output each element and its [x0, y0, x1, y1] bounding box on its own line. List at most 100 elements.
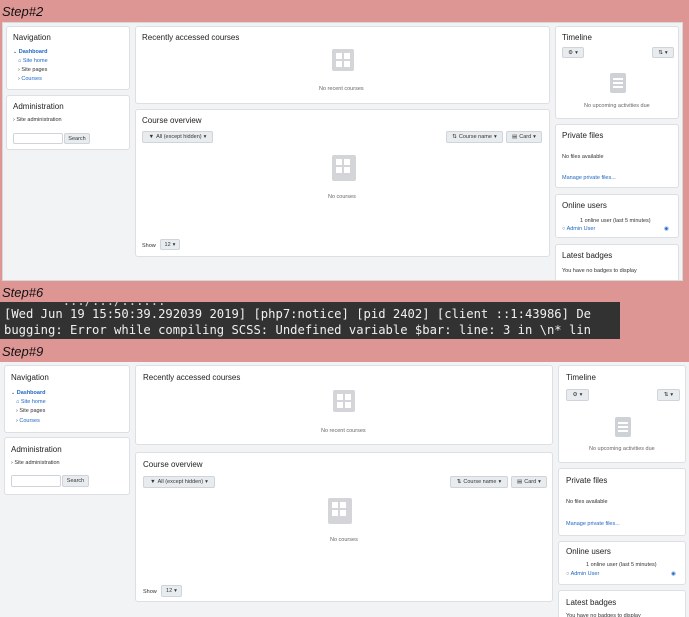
manage-private-files-link[interactable]: Manage private files... [562, 175, 616, 181]
navigation-block: Navigation ⌄ Dashboard ⌂ Site home › Sit… [4, 365, 130, 433]
administration-block: Administration › Site administration Sea… [4, 437, 130, 495]
navigation-title: Navigation [11, 373, 49, 382]
no-upcoming-text: No upcoming activities due [589, 446, 655, 452]
sort-label: Course name [463, 479, 497, 485]
filter-icon: ▼ [150, 479, 156, 485]
filter-dropdown[interactable]: ▼ All (except hidden) ▾ [142, 131, 213, 143]
navigation-title: Navigation [13, 33, 51, 42]
course-overview-block: Course overview ▼ All (except hidden) ▾ ⇅ C… [135, 452, 553, 602]
recent-courses-title: Recently accessed courses [143, 373, 241, 382]
online-user-admin[interactable]: ○ Admin User [566, 571, 599, 577]
timeline-title: Timeline [562, 33, 592, 42]
nav-item-site-home[interactable]: ⌂ Site home [16, 399, 46, 405]
no-recent-courses-text: No recent courses [321, 428, 366, 434]
filter-label: All (except hidden) [156, 134, 202, 140]
eye-icon[interactable]: ◉ [671, 571, 676, 577]
online-users-block: Online users 1 online user (last 5 minut… [558, 541, 686, 585]
recent-courses-block: Recently accessed courses No recent cour… [135, 365, 553, 445]
show-per-page-dropdown[interactable]: 12 ▾ [160, 239, 180, 250]
course-overview-title: Course overview [143, 460, 203, 469]
timeline-sort-dropdown[interactable]: ⇅ ▾ [657, 389, 680, 401]
admin-search-input[interactable] [11, 475, 61, 487]
course-overview-title: Course overview [142, 116, 202, 125]
timeline-filter-dropdown[interactable]: ⚙ ▾ [562, 47, 584, 58]
course-icon [328, 498, 352, 524]
home-icon: ⌂ [16, 399, 20, 405]
filter-icon: ▼ [148, 134, 155, 140]
terminal-log: .../.../...... [Wed Jun 19 15:50:39.2920… [0, 302, 620, 339]
no-recent-courses-text: No recent courses [319, 86, 364, 92]
no-badges-text: You have no badges to display [566, 613, 641, 617]
timeline-filter-dropdown[interactable]: ⚙ ▾ [566, 389, 589, 401]
online-users-title: Online users [562, 201, 607, 210]
chevron-right-icon: › [18, 67, 20, 73]
online-users-summary: 1 online user (last 5 minutes) [586, 562, 657, 568]
show-per-page-dropdown[interactable]: 12 ▾ [161, 585, 182, 597]
no-files-text: No files available [562, 154, 604, 160]
sort-dropdown[interactable]: ⇅ Course name ▾ [450, 476, 508, 488]
chevron-down-icon: ▾ [498, 479, 502, 485]
timeline-block: Timeline ⚙ ▾ ⇅ ▾ No upcoming activities du… [558, 365, 686, 463]
manage-private-files-link[interactable]: Manage private files... [566, 521, 620, 527]
course-icon [332, 155, 356, 181]
step-label-2: Step#2 [2, 4, 44, 19]
chevron-down-icon: ▾ [203, 134, 207, 140]
nav-item-dashboard[interactable]: ⌄ Dashboard [13, 49, 47, 55]
step-label-9: Step#9 [2, 344, 44, 359]
nav-item-site-administration[interactable]: › Site administration [13, 117, 62, 123]
screenshot-step-2: Navigation ⌄ Dashboard ⌂ Site home › Sit… [2, 22, 683, 281]
timeline-icon [615, 417, 631, 437]
site-pages-label: Site pages [21, 67, 48, 73]
list-icon: ▤ [517, 479, 523, 485]
admin-search-input[interactable] [13, 133, 63, 144]
sort-icon: ⇅ [452, 134, 457, 140]
chevron-right-icon: › [13, 117, 15, 123]
view-dropdown[interactable]: ▤ Card ▾ [511, 476, 547, 488]
latest-badges-block: Latest badges You have no badges to disp… [555, 244, 679, 280]
site-home-label: Site home [20, 399, 46, 405]
chevron-down-icon: ▾ [493, 134, 497, 140]
online-user-admin[interactable]: ○ Admin User [562, 226, 595, 232]
course-icon [332, 49, 354, 71]
nav-item-site-pages[interactable]: › Site pages [16, 408, 45, 414]
nav-item-site-administration[interactable]: › Site administration [11, 460, 60, 466]
nav-item-courses[interactable]: › Courses [16, 418, 40, 424]
show-label: Show [142, 243, 156, 249]
admin-search-button[interactable]: Search [64, 133, 90, 144]
chevron-down-icon: ▾ [538, 479, 541, 485]
sort-label: Course name [458, 134, 492, 140]
chevron-down-icon: ▾ [172, 241, 176, 248]
no-files-text: No files available [566, 499, 608, 505]
screenshot-step-9: Navigation ⌄ Dashboard ⌂ Site home › Sit… [0, 362, 689, 617]
site-admin-label: Site administration [14, 460, 60, 466]
chevron-down-icon: ▾ [205, 479, 208, 485]
nav-item-dashboard[interactable]: ⌄ Dashboard [11, 390, 45, 396]
navigation-block: Navigation ⌄ Dashboard ⌂ Site home › Sit… [6, 26, 130, 90]
nav-item-site-pages[interactable]: › Site pages [18, 67, 47, 73]
timeline-sort-dropdown[interactable]: ⇅ ▾ [652, 47, 674, 58]
eye-icon[interactable]: ◉ [664, 226, 669, 232]
chevron-down-icon: ⌄ [11, 390, 16, 396]
home-icon: ⌂ [18, 58, 22, 64]
admin-search-button[interactable]: Search [62, 475, 89, 487]
no-courses-text: No courses [328, 194, 356, 200]
view-label: Card [524, 479, 537, 485]
nav-item-site-home[interactable]: ⌂ Site home [18, 58, 48, 64]
private-files-block: Private files No files available Manage … [558, 468, 686, 536]
nav-item-courses[interactable]: › Courses [18, 76, 42, 82]
filter-label: All (except hidden) [157, 479, 204, 485]
private-files-block: Private files No files available Manage … [555, 124, 679, 188]
online-users-block: Online users 1 online user (last 5 minut… [555, 194, 679, 238]
list-icon: ▤ [512, 134, 518, 140]
show-value: 12 [164, 241, 171, 248]
online-user-name: Admin User [570, 571, 600, 577]
step-label-6: Step#6 [2, 285, 44, 300]
online-users-title: Online users [566, 547, 611, 556]
sort-dropdown[interactable]: ⇅ Course name ▾ [446, 131, 503, 143]
course-overview-block: Course overview ▼ All (except hidden) ▾ ⇅ C… [135, 109, 550, 257]
online-users-summary: 1 online user (last 5 minutes) [580, 218, 651, 224]
courses-label: Courses [21, 76, 42, 82]
terminal-line-2: bugging: Error while compiling SCSS: Und… [4, 323, 591, 337]
view-dropdown[interactable]: ▤ Card ▾ [506, 131, 542, 143]
filter-dropdown[interactable]: ▼ All (except hidden) ▾ [143, 476, 215, 488]
